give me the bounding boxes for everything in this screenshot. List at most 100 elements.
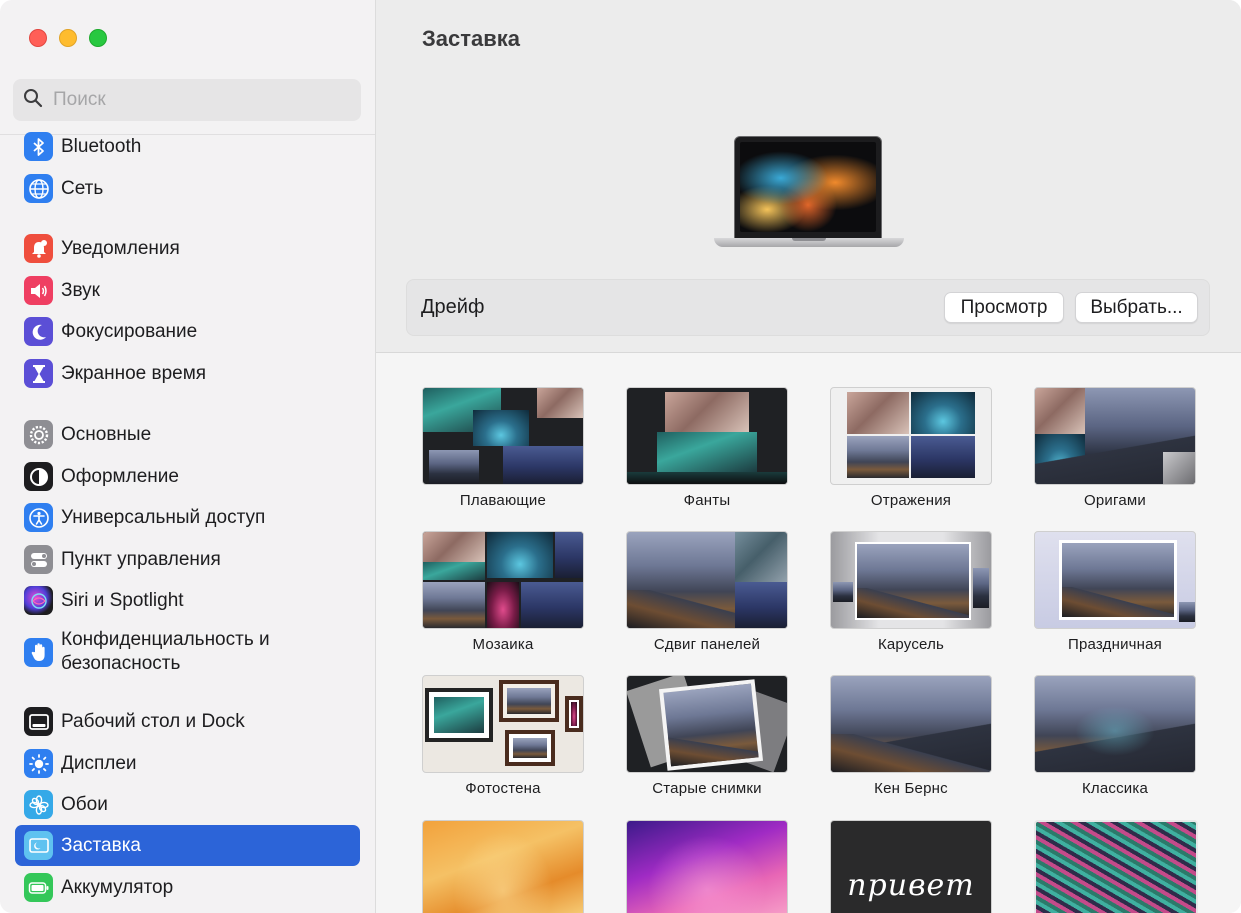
settings-window: Bluetooth Сеть Уведомления <box>0 0 1241 913</box>
saver-thumbnail <box>626 531 788 629</box>
search-input[interactable] <box>51 88 335 112</box>
sidebar-item-label: Универсальный доступ <box>61 506 266 528</box>
saver-tile-mosaic[interactable]: Мозаика <box>422 531 584 653</box>
dock-icon <box>24 707 53 736</box>
saver-tile-photo-wall[interactable]: Фотостена <box>422 675 584 797</box>
sidebar-item-label: Звук <box>61 279 100 301</box>
main-pane: Заставка Дрейф Просмотр Выбрать... Плава… <box>376 0 1241 913</box>
sidebar-item-siri-spotlight[interactable]: Siri и Spotlight <box>15 580 360 621</box>
sidebar-item-sound[interactable]: Звук <box>15 270 360 311</box>
saver-tile-origami[interactable]: Оригами <box>1034 387 1196 509</box>
laptop-preview <box>714 135 904 250</box>
siri-icon <box>24 586 53 615</box>
saver-label: Фотостена <box>465 780 541 797</box>
gear-icon <box>24 420 53 449</box>
saver-thumbnail <box>830 531 992 629</box>
saver-label: Оригами <box>1084 492 1146 509</box>
saver-tile-drift[interactable] <box>1034 820 1198 913</box>
zoom-window-button[interactable] <box>89 29 107 47</box>
saver-tile-floating[interactable]: Плавающие <box>422 387 584 509</box>
search-field[interactable] <box>13 79 361 121</box>
preview-area: Заставка Дрейф Просмотр Выбрать... <box>376 0 1241 352</box>
sidebar-item-label: Уведомления <box>61 237 180 259</box>
sidebar-item-accessibility[interactable]: Универсальный доступ <box>15 497 360 538</box>
sidebar-item-wallpaper[interactable]: Обои <box>15 784 360 825</box>
saver-thumbnail <box>626 387 788 485</box>
saver-tile-reflections[interactable]: Отражения <box>830 387 992 509</box>
saver-label: Отражения <box>870 492 952 509</box>
saver-tile-ventura[interactable] <box>422 820 584 913</box>
saver-thumbnail <box>830 387 992 485</box>
bluetooth-icon <box>24 132 53 161</box>
sidebar-item-label: Конфиденциальность и безопасность <box>61 629 270 674</box>
sidebar-item-privacy-security[interactable]: Конфиденциальность и безопасность <box>15 621 360 683</box>
saver-thumbnail <box>422 531 584 629</box>
saver-label: Праздничная <box>1067 636 1163 653</box>
screen-saver-preview <box>740 142 876 232</box>
screensaver-icon <box>24 831 53 860</box>
minimize-window-button[interactable] <box>59 29 77 47</box>
sidebar-item-general[interactable]: Основные <box>15 414 360 455</box>
sidebar-item-network[interactable]: Сеть <box>15 168 360 209</box>
sidebar-item-label: Сеть <box>61 177 104 199</box>
toggles-icon <box>24 545 53 574</box>
saver-tile-flipup[interactable]: Фанты <box>626 387 788 509</box>
speaker-icon <box>24 276 53 305</box>
globe-icon <box>24 174 53 203</box>
sun-icon <box>24 749 53 778</box>
sidebar-item-appearance[interactable]: Оформление <box>15 456 360 497</box>
saver-tile-carousel[interactable]: Карусель <box>830 531 992 653</box>
sidebar-item-notifications[interactable]: Уведомления <box>15 228 360 269</box>
accessibility-icon <box>24 503 53 532</box>
sidebar-item-label: Заставка <box>61 834 141 856</box>
saver-thumbnail: привет <box>830 820 992 913</box>
saver-tile-ken-burns[interactable]: Кен Бернс <box>830 675 992 797</box>
sidebar-item-displays[interactable]: Дисплеи <box>15 743 360 784</box>
saver-thumbnail <box>422 675 584 773</box>
saver-thumbnail <box>1034 675 1196 773</box>
sidebar-item-label: Обои <box>61 793 108 815</box>
saver-label: Карусель <box>877 636 945 653</box>
hand-icon <box>24 637 53 667</box>
sidebar-item-desktop-dock[interactable]: Рабочий стол и Dock <box>15 701 360 742</box>
sidebar-item-focus[interactable]: Фокусирование <box>15 311 360 352</box>
saver-thumbnail <box>1034 387 1196 485</box>
saver-thumbnail <box>830 675 992 773</box>
saver-thumbnail <box>422 820 584 913</box>
sidebar-item-bluetooth[interactable]: Bluetooth <box>15 126 360 167</box>
hello-text: привет <box>847 868 975 903</box>
sidebar-item-label: Пункт управления <box>61 548 221 570</box>
close-window-button[interactable] <box>29 29 47 47</box>
saver-tile-hello[interactable]: привет <box>830 820 992 913</box>
saver-label: Фанты <box>683 492 731 509</box>
saver-thumbnail <box>1034 531 1196 629</box>
saver-thumbnail <box>422 387 584 485</box>
preview-button[interactable]: Просмотр <box>944 292 1064 323</box>
sidebar-item-label: Siri и Spotlight <box>61 589 184 611</box>
saver-tile-classic[interactable]: Классика <box>1034 675 1196 797</box>
sidebar-item-screen-time[interactable]: Экранное время <box>15 353 360 394</box>
saver-tile-sliding-panels[interactable]: Сдвиг панелей <box>626 531 788 653</box>
choose-button[interactable]: Выбрать... <box>1075 292 1198 323</box>
sidebar-item-label: Экранное время <box>61 362 207 384</box>
flower-icon <box>24 790 53 819</box>
saver-tile-monterey[interactable] <box>626 820 788 913</box>
saver-thumbnail <box>1034 820 1198 913</box>
saver-label: Классика <box>1081 780 1149 797</box>
saver-label: Старые снимки <box>652 780 762 797</box>
page-title: Заставка <box>422 26 521 51</box>
sidebar-item-label: Bluetooth <box>61 135 142 157</box>
saver-thumbnail <box>626 820 788 913</box>
current-saver-name: Дрейф <box>421 296 485 318</box>
moon-icon <box>24 317 53 346</box>
saver-tile-holiday[interactable]: Праздничная <box>1034 531 1196 653</box>
sidebar-item-label: Оформление <box>61 465 179 487</box>
sidebar-item-control-center[interactable]: Пункт управления <box>15 539 360 580</box>
current-saver-bar: Дрейф Просмотр Выбрать... <box>406 279 1210 336</box>
saver-tile-vintage-prints[interactable]: Старые снимки <box>626 675 788 797</box>
sidebar-item-battery[interactable]: Аккумулятор <box>15 867 360 908</box>
sidebar-item-screen-saver[interactable]: Заставка <box>15 825 360 866</box>
sidebar: Bluetooth Сеть Уведомления <box>0 0 376 913</box>
laptop-screen-frame <box>734 136 882 239</box>
saver-grid: Плавающие Фанты Отражения Оригами Мозаик… <box>376 353 1241 913</box>
